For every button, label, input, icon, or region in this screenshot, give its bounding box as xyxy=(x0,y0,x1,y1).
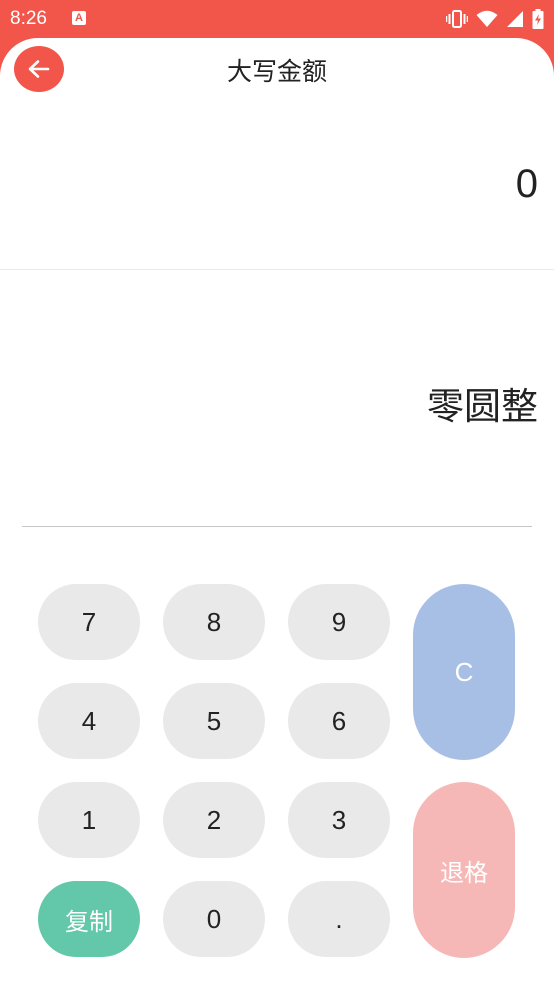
vibrate-icon xyxy=(446,9,468,29)
key-3[interactable]: 3 xyxy=(288,782,390,858)
page-title: 大写金额 xyxy=(226,57,327,86)
copy-button[interactable]: 复制 xyxy=(38,881,140,957)
keypad-divider xyxy=(22,526,532,527)
signal-icon xyxy=(506,10,524,28)
wifi-icon xyxy=(476,10,498,28)
clear-button[interactable]: C xyxy=(413,584,515,760)
status-bar: 8:26 A xyxy=(0,0,554,38)
key-7[interactable]: 7 xyxy=(38,584,140,660)
key-dot[interactable]: . xyxy=(288,881,390,957)
battery-charging-icon xyxy=(532,9,544,29)
key-4[interactable]: 4 xyxy=(38,683,140,759)
key-2[interactable]: 2 xyxy=(163,782,265,858)
uppercase-result-display: 零圆整 xyxy=(427,385,538,428)
amount-input-display: 0 xyxy=(515,162,538,206)
app-panel: 大写金额 0 零圆整 7 8 9 C 4 5 6 1 2 3 退格 复制 0 . xyxy=(0,38,554,984)
status-icons xyxy=(446,8,544,30)
a-notification-icon: A xyxy=(72,11,86,25)
key-1[interactable]: 1 xyxy=(38,782,140,858)
status-time: 8:26 xyxy=(10,8,47,29)
key-9[interactable]: 9 xyxy=(288,584,390,660)
key-8[interactable]: 8 xyxy=(163,584,265,660)
key-5[interactable]: 5 xyxy=(163,683,265,759)
backspace-button[interactable]: 退格 xyxy=(413,782,515,958)
key-0[interactable]: 0 xyxy=(163,881,265,957)
display-divider xyxy=(0,269,554,270)
key-6[interactable]: 6 xyxy=(288,683,390,759)
